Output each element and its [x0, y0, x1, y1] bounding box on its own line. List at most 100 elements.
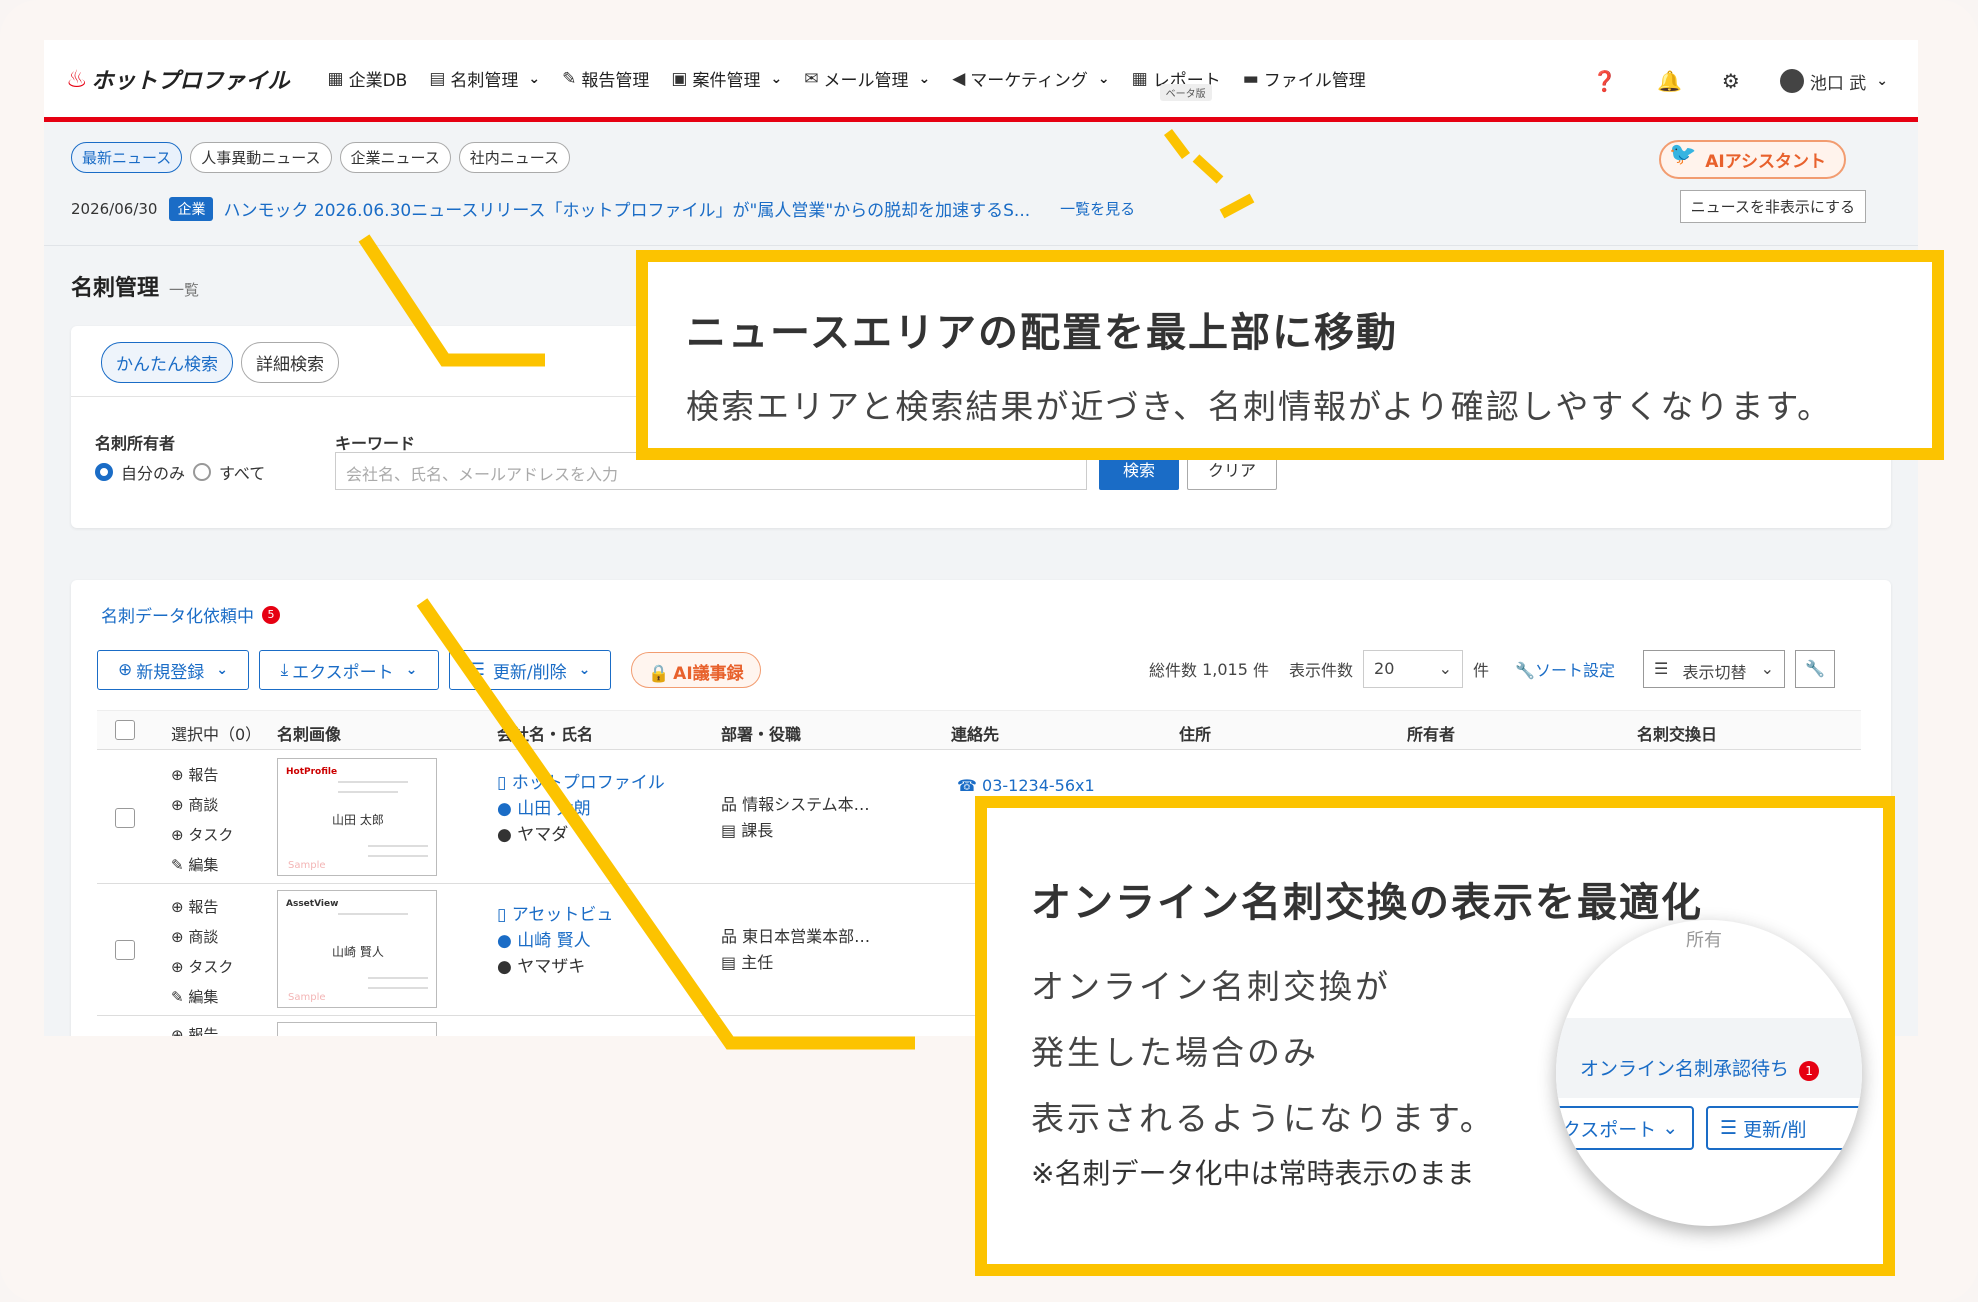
chevron-down-icon: ⌄ — [1760, 659, 1774, 678]
request-label: 名刺データ化依頼中 — [101, 607, 254, 627]
per-page-unit: 件 — [1473, 661, 1490, 680]
radio-label: 自分のみ — [121, 464, 186, 483]
news-tab-latest[interactable]: 最新ニュース — [71, 142, 183, 173]
tab-advanced-search[interactable]: 詳細検索 — [241, 342, 339, 383]
nav-label: 報告管理 — [581, 71, 650, 91]
callout-line: オンライン名刺交換が — [1031, 967, 1391, 1006]
chevron-down-icon: ⌄ — [770, 70, 783, 87]
person-kana: ● ヤマダ — [497, 825, 569, 845]
new-registration-button[interactable]: ⊕ 新規登録 ⌄ — [97, 650, 249, 690]
card-line — [338, 913, 408, 915]
nav-right: ❓ 🔔 ⚙ 池口 武 ⌄ — [1592, 40, 1888, 122]
col-address: 住所 — [1179, 725, 1212, 744]
pagination-meta: 総件数 1,015 件 表示件数 20 ⌄ 件 🔧ソート設定 ☰ 表示切替 ⌄ 🔧 — [1149, 650, 1835, 688]
news-more-link[interactable]: 一覧を見る — [1060, 198, 1135, 219]
column-settings-button[interactable]: 🔧 — [1795, 650, 1835, 688]
action-task[interactable]: ⊕ タスク — [171, 952, 233, 982]
action-deal[interactable]: ⊕ 商談 — [171, 790, 233, 820]
per-page-label: 表示件数 — [1289, 661, 1354, 680]
gear-icon[interactable]: ⚙ — [1722, 69, 1740, 93]
job-title: ▤ 主任 — [721, 953, 774, 972]
nav-item-mail-management[interactable]: ✉ メール管理 ⌄ — [804, 66, 931, 92]
logo[interactable]: ♨ ホットプロファイル — [66, 63, 290, 95]
nav-item-company-db[interactable]: ▦ 企業DB — [328, 66, 408, 92]
nav-label: 案件管理 — [692, 71, 761, 91]
department: 品 情報システム本… — [721, 795, 870, 814]
news-tab-personnel[interactable]: 人事異動ニュース — [190, 142, 332, 173]
zoom-count-badge: 1 — [1799, 1061, 1820, 1081]
col-exchange-date[interactable]: 名刺交換日 — [1637, 721, 1717, 745]
nav-item-deal-management[interactable]: ▣ 案件管理 ⌄ — [671, 66, 783, 92]
button-label: AI議事録 — [673, 664, 744, 684]
action-report[interactable]: ⊕ 報告 — [171, 760, 233, 790]
card-line — [338, 791, 398, 793]
sort-settings-link[interactable]: 🔧ソート設定 — [1515, 657, 1615, 681]
owner-label: 名刺所有者 — [95, 434, 176, 453]
news-tab-company[interactable]: 企業ニュース — [339, 142, 451, 173]
action-deal[interactable]: ⊕ 商談 — [171, 922, 233, 952]
help-icon[interactable]: ❓ — [1592, 69, 1617, 93]
update-delete-button[interactable]: ☰ 更新/削除 ⌄ — [449, 650, 611, 690]
company-name: ホットプロファイル — [511, 773, 665, 793]
user-menu[interactable]: 池口 武 ⌄ — [1779, 69, 1888, 94]
zoom-export-button: クスポート ⌄ — [1556, 1106, 1694, 1150]
nav-item-marketing[interactable]: ◀ マーケティング ⌄ — [952, 66, 1109, 92]
col-owner[interactable]: 所有者 — [1407, 721, 1455, 745]
col-company-name[interactable]: 会社名・氏名 — [497, 721, 593, 745]
select-all-checkbox[interactable] — [115, 720, 135, 740]
col-department[interactable]: 部署・役職 — [721, 721, 801, 745]
business-card-image[interactable]: HotProfile 山田 太郎 Sample — [277, 758, 437, 876]
list-icon: ☰ — [1654, 659, 1669, 678]
action-task[interactable]: ⊕ タスク — [171, 820, 233, 850]
view-toggle-button[interactable]: ☰ 表示切替 ⌄ — [1643, 650, 1785, 688]
job-title-text: 課長 — [741, 821, 774, 840]
nav-item-card-management[interactable]: ▤ 名刺管理 ⌄ — [429, 66, 540, 92]
ai-assistant-button[interactable]: 🐦 AIアシスタント — [1659, 140, 1846, 179]
action-label: タスク — [188, 958, 234, 976]
row-checkbox[interactable] — [115, 940, 135, 960]
id-card-icon: ▤ — [429, 68, 446, 89]
action-edit[interactable]: ✎ 編集 — [171, 982, 233, 1012]
action-edit[interactable]: ✎ 編集 — [171, 850, 233, 880]
news-category-badge: 企業 — [169, 196, 214, 221]
col-contact: 連絡先 — [951, 725, 1000, 744]
business-card-image[interactable]: AssetView 山崎 賢人 Sample — [277, 890, 437, 1008]
wrench-icon: 🔧 — [1515, 661, 1535, 680]
news-tab-internal[interactable]: 社内ニュース — [458, 142, 571, 173]
bell-icon[interactable]: 🔔 — [1657, 69, 1682, 93]
per-page-select[interactable]: 20 ⌄ — [1363, 650, 1464, 688]
row-checkbox[interactable] — [115, 808, 135, 828]
person-link[interactable]: ● 山崎 賢人 — [497, 928, 613, 954]
nav-item-report-management[interactable]: ✎ 報告管理 — [562, 66, 650, 92]
callout-title: ニュースエリアの配置を最上部に移動 — [686, 310, 1398, 356]
nav-item-file-management[interactable]: ▬ ファイル管理 — [1243, 66, 1366, 92]
megaphone-icon: ◀ — [952, 68, 966, 89]
company-link[interactable]: ▯ ホットプロファイル — [497, 770, 665, 796]
card-line — [368, 977, 428, 979]
callout-body: 検索エリアと検索結果が近づき、名刺情報がより確認しやすくなります。 — [686, 387, 1833, 426]
owner-radio-all[interactable]: すべて — [193, 460, 265, 484]
nav-item-report[interactable]: ▦ レポート ベータ版 — [1132, 66, 1221, 101]
chevron-down-icon: ⌄ — [405, 662, 418, 678]
callout-title: オンライン名刺交換の表示を最適化 — [1031, 880, 1703, 926]
card-name: 山田 太郎 — [332, 813, 384, 827]
nav-label: 名刺管理 — [450, 71, 519, 91]
tab-simple-search[interactable]: かんたん検索 — [101, 342, 233, 383]
owner-radio-self[interactable]: 自分のみ — [95, 460, 185, 484]
news-headline-link[interactable]: ハンモック 2026.06.30ニュースリリース「ホットプロファイル」が"属人営… — [223, 196, 1030, 221]
page-title-text: 名刺管理 — [71, 276, 160, 301]
company-link[interactable]: ▯ アセットビュ — [497, 902, 613, 928]
export-button[interactable]: ⤓ エクスポート ⌄ — [259, 650, 439, 690]
per-page-value: 20 — [1374, 659, 1395, 678]
person-link[interactable]: ● 山田 太朗 — [497, 796, 665, 822]
action-report[interactable]: ⊕ 報告 — [171, 892, 233, 922]
phone-link[interactable]: ☎ 03-1234-56x1 — [957, 776, 1095, 795]
ai-minutes-button[interactable]: 🔒 AI議事録 — [631, 652, 761, 688]
chevron-down-icon: ⌄ — [1438, 659, 1453, 678]
wrench-icon: 🔧 — [1805, 659, 1825, 678]
hide-news-button[interactable]: ニュースを非表示にする — [1679, 190, 1866, 223]
request-status-link[interactable]: 名刺データ化依頼中 5 — [101, 602, 280, 627]
edit-icon: ✎ — [562, 68, 577, 89]
zoom-pending-link: オンライン名刺承認待ち 1 — [1580, 1054, 1820, 1081]
chevron-down-icon: ⌄ — [918, 70, 931, 87]
